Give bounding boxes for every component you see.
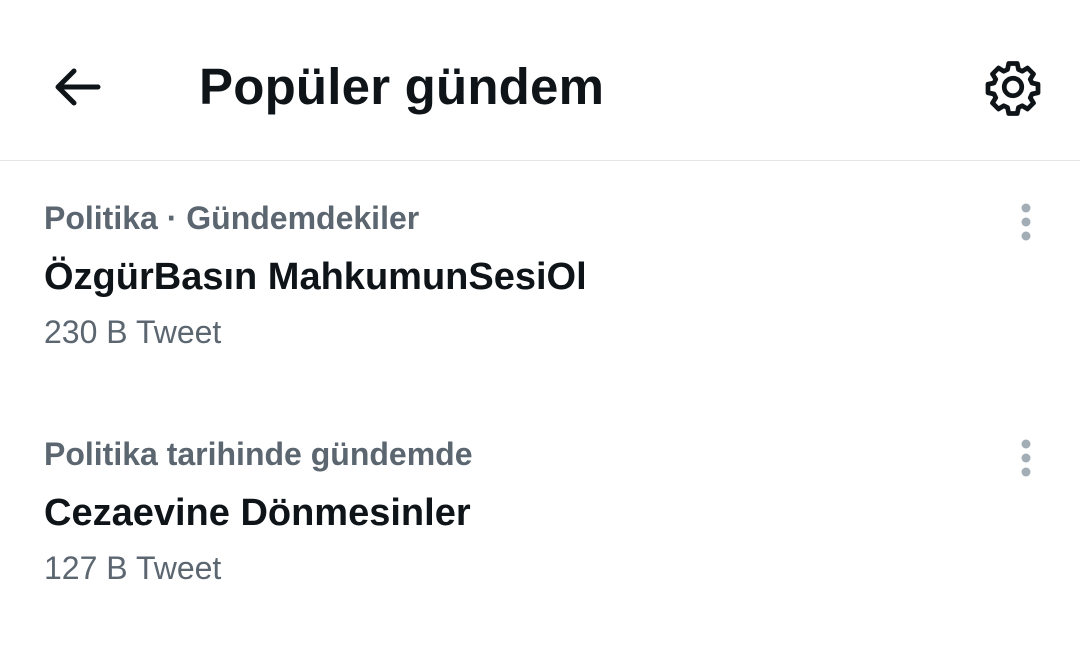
trend-tweet-count: 230 B Tweet: [44, 314, 222, 350]
top-bar: Popüler gündem: [0, 0, 1080, 161]
trend-tweet-count: 127 B Tweet: [44, 550, 222, 586]
settings-button[interactable]: [980, 54, 1046, 120]
more-vertical-icon: [1021, 203, 1031, 241]
trend-more-button[interactable]: [1004, 196, 1048, 248]
trend-name: Cezaevine Dönmesinler: [44, 492, 471, 534]
trend-item[interactable]: Politika · Gündemdekiler ÖzgürBasın Mahk…: [0, 176, 1080, 406]
trend-name: ÖzgürBasın MahkumunSesiOl: [44, 256, 587, 298]
trend-item[interactable]: Politika tarihinde gündemde Cezaevine Dö…: [0, 412, 1080, 642]
page-title: Popüler gündem: [199, 58, 605, 115]
trend-context: Politika · Gündemdekiler: [44, 200, 420, 236]
trend-context: Politika tarihinde gündemde: [44, 436, 473, 472]
arrow-left-icon: [55, 68, 101, 106]
back-button[interactable]: [44, 54, 110, 120]
trend-more-button[interactable]: [1004, 432, 1048, 484]
gear-icon: [985, 61, 1041, 116]
more-vertical-icon: [1021, 439, 1031, 477]
